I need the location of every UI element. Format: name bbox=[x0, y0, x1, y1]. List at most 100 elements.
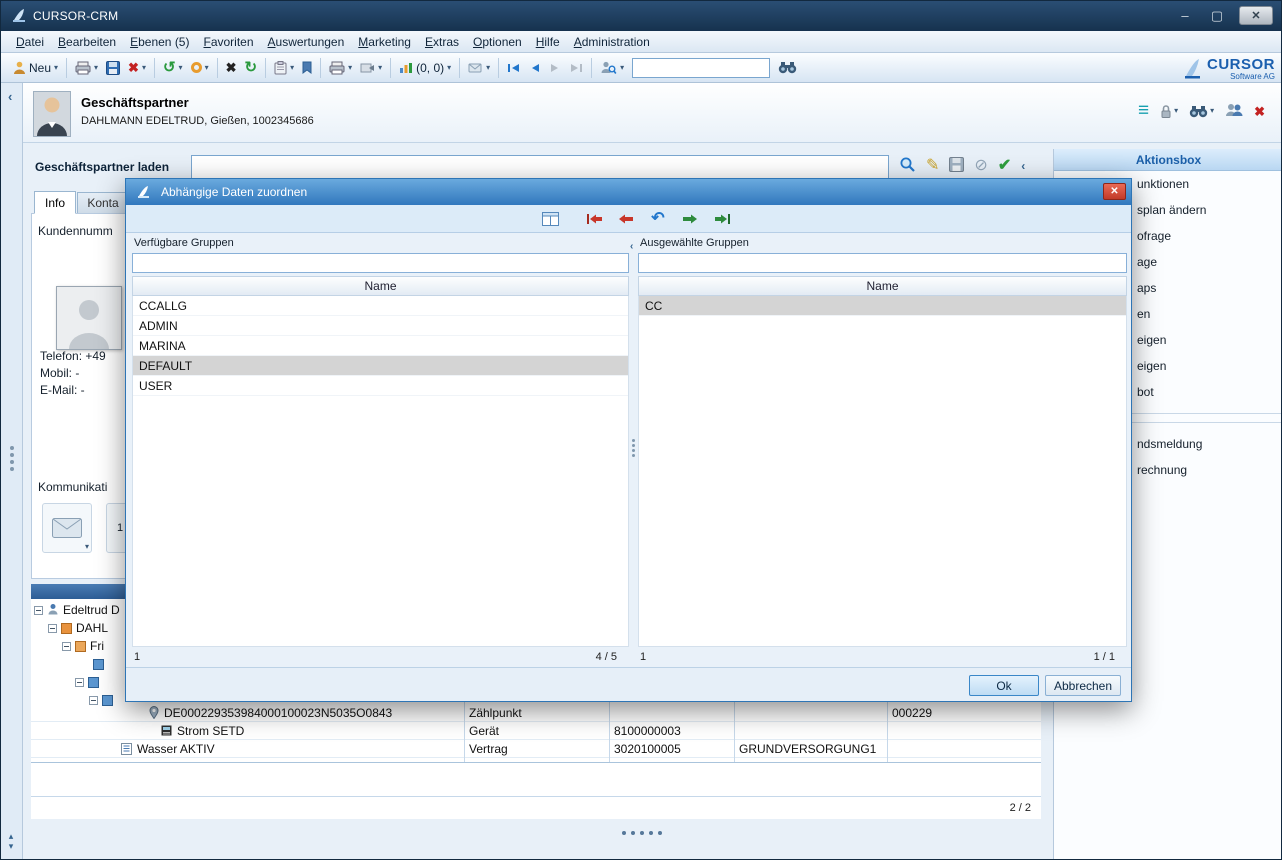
email-action-tile[interactable]: ▾ bbox=[42, 503, 92, 553]
coordinates-button[interactable]: (0, 0) ▾ bbox=[395, 56, 455, 80]
menu-bearbeiten[interactable]: Bearbeiten bbox=[51, 33, 123, 51]
nav-first-button[interactable] bbox=[503, 56, 525, 80]
search-button[interactable] bbox=[774, 56, 801, 80]
cancel-button[interactable]: ✖ bbox=[222, 56, 241, 80]
contacts-button[interactable] bbox=[1225, 103, 1243, 119]
collapse-node-icon[interactable] bbox=[62, 642, 71, 651]
search-button[interactable] bbox=[899, 156, 916, 176]
column-divider bbox=[887, 701, 888, 762]
cell-type: Zählpunkt bbox=[469, 706, 522, 720]
collapse-left-icon[interactable]: ‹ bbox=[8, 89, 12, 104]
selected-groups-filter-input[interactable] bbox=[638, 253, 1127, 273]
collapse-node-icon[interactable] bbox=[48, 624, 57, 633]
splitter-handle[interactable] bbox=[632, 437, 635, 459]
collapse-pane-icon[interactable]: ‹ bbox=[630, 241, 633, 252]
strip-scroll-arrows[interactable]: ▴▾ bbox=[4, 832, 18, 851]
refresh-button[interactable]: ↻ bbox=[240, 56, 261, 80]
print-button[interactable]: ▾ bbox=[71, 56, 102, 80]
group-row[interactable]: USER bbox=[133, 376, 628, 396]
menu-datei[interactable]: Datei bbox=[9, 33, 51, 51]
available-groups-filter-input[interactable] bbox=[132, 253, 629, 273]
save-button[interactable] bbox=[102, 56, 124, 80]
column-header-name[interactable]: Name bbox=[132, 276, 629, 296]
tab-kontakt[interactable]: Konta bbox=[77, 192, 129, 214]
table-row[interactable]: DE000229353984000100023N5035O0843 Zählpu… bbox=[31, 704, 1041, 722]
group-row[interactable]: CCALLG bbox=[133, 296, 628, 316]
columns-button[interactable] bbox=[538, 209, 562, 229]
collapse-node-icon[interactable] bbox=[75, 678, 84, 687]
new-record-button[interactable]: Neu▾ bbox=[9, 56, 62, 80]
nav-previous-button[interactable] bbox=[525, 56, 545, 80]
table-row[interactable]: Strom SETD Gerät 8100000003 bbox=[31, 722, 1041, 740]
history-button[interactable]: ▾ bbox=[270, 56, 298, 80]
close-button[interactable]: ✕ bbox=[1239, 6, 1273, 25]
menu-extras[interactable]: Extras bbox=[418, 33, 466, 51]
dialog-pane-splitter[interactable]: ‹ bbox=[629, 237, 638, 649]
group-row-selected[interactable]: CC bbox=[639, 296, 1126, 316]
load-input[interactable] bbox=[191, 155, 889, 179]
tree-item-contract[interactable] bbox=[89, 655, 104, 673]
search-record-button[interactable]: ▾ bbox=[1189, 105, 1214, 118]
send-button[interactable]: ▾ bbox=[464, 56, 494, 80]
collapse-node-icon[interactable] bbox=[34, 606, 43, 615]
menu-hilfe[interactable]: Hilfe bbox=[529, 33, 567, 51]
menu-administration[interactable]: Administration bbox=[567, 33, 657, 51]
save-search-button[interactable] bbox=[949, 157, 964, 175]
tree-item-contract[interactable] bbox=[75, 673, 99, 691]
lock-button[interactable]: ▾ bbox=[1160, 104, 1178, 119]
group-row[interactable]: MARINA bbox=[133, 336, 628, 356]
cancel-button[interactable]: Abbrechen bbox=[1045, 675, 1121, 696]
menu-hamburger-icon[interactable]: ≡ bbox=[1138, 103, 1149, 118]
back-button[interactable]: ↺ ▾ bbox=[159, 56, 187, 80]
chevron-down-icon: ▾ bbox=[290, 64, 294, 72]
menu-optionen[interactable]: Optionen bbox=[466, 33, 529, 51]
tree-item-person[interactable]: Edeltrud D bbox=[34, 601, 120, 619]
add-all-button[interactable] bbox=[710, 209, 734, 229]
confirm-check-icon[interactable]: ✔ bbox=[998, 158, 1011, 174]
chevron-down-icon: ▾ bbox=[620, 64, 624, 72]
menu-marketing[interactable]: Marketing bbox=[351, 33, 418, 51]
table-row[interactable]: Wasser AKTIV Vertrag 3020100005 GRUNDVER… bbox=[31, 740, 1041, 758]
tree-item-partner[interactable]: DAHL bbox=[48, 619, 108, 637]
horizontal-splitter-handle[interactable] bbox=[619, 824, 664, 838]
dialog-close-button[interactable]: ✕ bbox=[1103, 183, 1126, 200]
row-count: 4 / 5 bbox=[596, 651, 617, 663]
column-header-name[interactable]: Name bbox=[638, 276, 1127, 296]
location-pin-icon bbox=[149, 706, 159, 722]
undo-button[interactable]: ↶ bbox=[646, 209, 670, 229]
chevron-down-icon: ▾ bbox=[179, 64, 183, 72]
delete-button[interactable]: ✖ ▾ bbox=[124, 56, 150, 80]
tree-item-address[interactable]: Fri bbox=[62, 637, 104, 655]
ok-button[interactable]: Ok bbox=[969, 675, 1039, 696]
group-row[interactable]: ADMIN bbox=[133, 316, 628, 336]
forward-button[interactable]: ▾ bbox=[187, 56, 213, 80]
remove-button[interactable] bbox=[614, 209, 638, 229]
menu-favoriten[interactable]: Favoriten bbox=[196, 33, 260, 51]
edit-pencil-icon[interactable]: ✎ bbox=[926, 158, 939, 174]
remove-all-button[interactable] bbox=[582, 209, 606, 229]
coordinates-label: (0, 0) bbox=[416, 61, 444, 75]
clear-icon[interactable]: ⊘ bbox=[974, 158, 987, 174]
maximize-button[interactable]: ▢ bbox=[1207, 8, 1227, 24]
menu-ebenen[interactable]: Ebenen (5) bbox=[123, 33, 196, 51]
nav-last-button[interactable] bbox=[565, 56, 587, 80]
person-search-button[interactable]: ▾ bbox=[596, 56, 628, 80]
cell-type: Gerät bbox=[469, 724, 499, 738]
quick-search-input[interactable] bbox=[632, 58, 770, 78]
splitter-handle[interactable] bbox=[10, 443, 14, 474]
minimize-button[interactable]: – bbox=[1175, 8, 1195, 23]
arrow-left-bar-red-icon bbox=[586, 213, 603, 225]
first-record-icon bbox=[507, 63, 521, 73]
tab-info[interactable]: Info bbox=[34, 191, 76, 214]
collapse-panel-icon[interactable]: ‹ bbox=[1021, 160, 1025, 172]
menu-auswertungen[interactable]: Auswertungen bbox=[261, 33, 352, 51]
print-report-button[interactable]: ▾ bbox=[325, 56, 356, 80]
bookmark-button[interactable] bbox=[298, 56, 316, 80]
add-button[interactable] bbox=[678, 209, 702, 229]
export-button[interactable]: ▾ bbox=[356, 56, 386, 80]
left-collapse-strip[interactable]: ‹ ▴▾ bbox=[1, 83, 23, 860]
nav-next-button[interactable] bbox=[545, 56, 565, 80]
group-row-selected[interactable]: DEFAULT bbox=[133, 356, 628, 376]
entity-header: Geschäftspartner DAHLMANN EDELTRUD, Gieß… bbox=[23, 83, 1282, 143]
close-record-button[interactable]: ✖ bbox=[1254, 105, 1265, 118]
